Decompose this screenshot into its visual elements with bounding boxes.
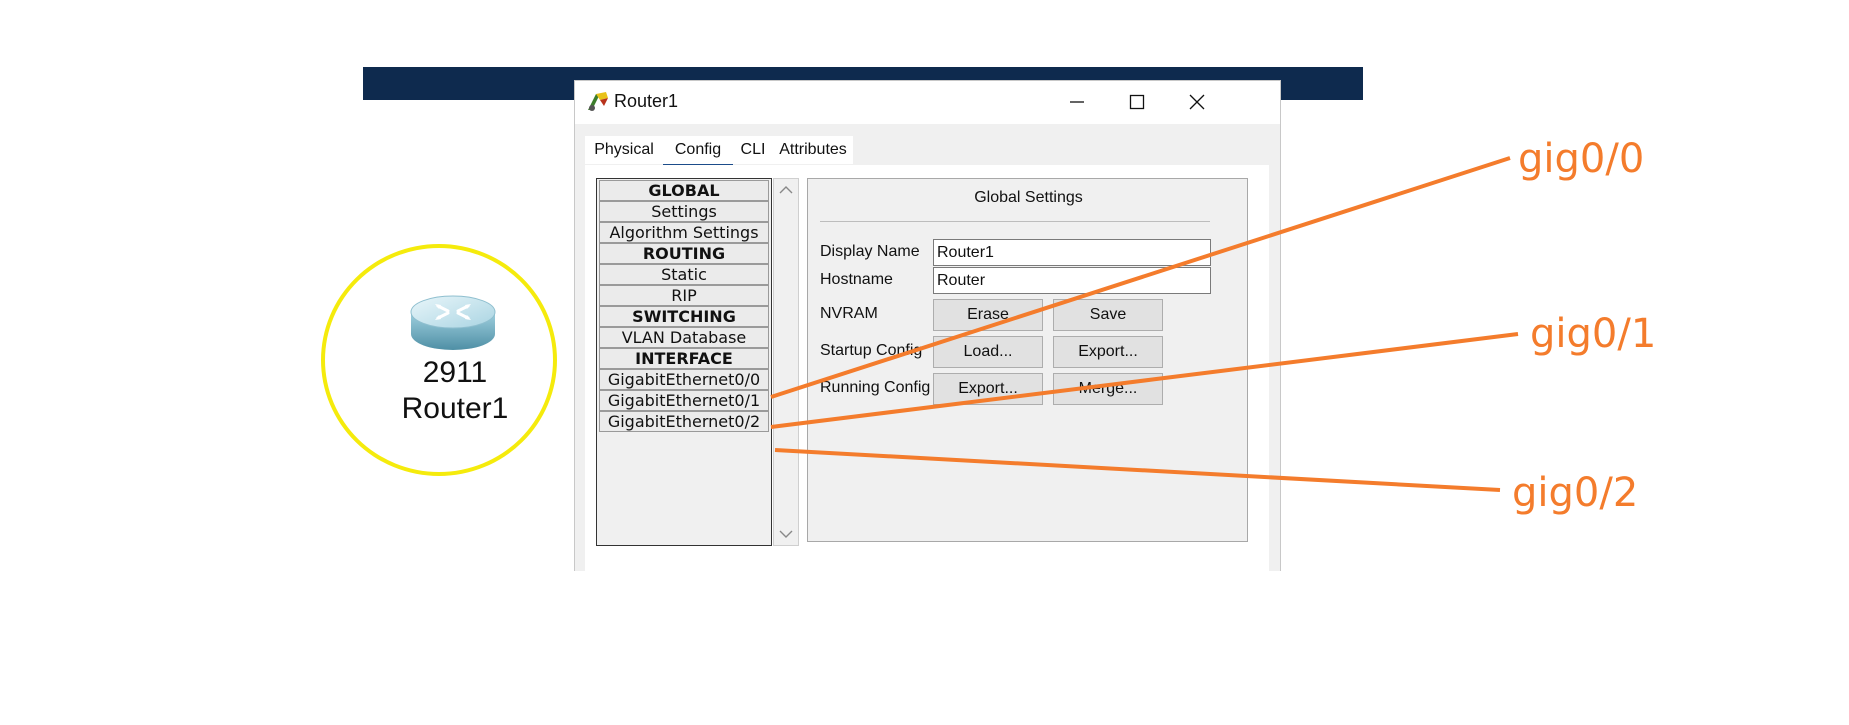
- annotation-label-gig0-2: gig0/2: [1512, 470, 1639, 516]
- device-name-label[interactable]: Router1: [380, 392, 530, 426]
- save-button[interactable]: Save: [1053, 299, 1163, 331]
- hostname-field[interactable]: [933, 267, 1211, 294]
- nav-item-gigabitethernet0-1[interactable]: GigabitEthernet0/1: [599, 390, 769, 411]
- tab-physical[interactable]: Physical: [585, 136, 663, 164]
- export-startup-button[interactable]: Export...: [1053, 336, 1163, 368]
- nav-header-interface: INTERFACE: [599, 348, 769, 369]
- config-content-area: GLOBAL Settings Algorithm Settings ROUTI…: [585, 165, 1269, 571]
- global-settings-panel: Global Settings Display Name Hostname NV…: [807, 178, 1248, 542]
- nav-header-routing: ROUTING: [599, 243, 769, 264]
- nav-item-settings[interactable]: Settings: [599, 201, 769, 222]
- maximize-icon: [1129, 94, 1145, 110]
- panel-divider: [820, 221, 1210, 222]
- close-button[interactable]: [1167, 83, 1227, 121]
- nav-item-gigabitethernet0-2[interactable]: GigabitEthernet0/2: [599, 411, 769, 432]
- nav-scrollbar[interactable]: [773, 178, 799, 546]
- nav-item-vlan-database[interactable]: VLAN Database: [599, 327, 769, 348]
- startup-config-label: Startup Config: [820, 342, 923, 359]
- scroll-down-icon[interactable]: [779, 529, 793, 539]
- display-name-field[interactable]: [933, 239, 1211, 266]
- nav-item-static[interactable]: Static: [599, 264, 769, 285]
- export-running-button[interactable]: Export...: [933, 373, 1043, 405]
- tab-config[interactable]: Config: [663, 136, 733, 167]
- tab-attributes[interactable]: Attributes: [773, 136, 853, 164]
- nav-header-global: GLOBAL: [599, 180, 769, 201]
- maximize-button[interactable]: [1107, 83, 1167, 121]
- annotation-label-gig0-0: gig0/0: [1518, 136, 1645, 182]
- running-config-label: Running Config: [820, 379, 931, 396]
- window-titlebar[interactable]: Router1: [575, 81, 1280, 124]
- erase-button[interactable]: Erase: [933, 299, 1043, 331]
- packet-tracer-icon: [588, 92, 608, 111]
- window-title: Router1: [614, 91, 679, 111]
- minimize-button[interactable]: [1047, 83, 1107, 121]
- nav-item-algorithm-settings[interactable]: Algorithm Settings: [599, 222, 769, 243]
- router-config-window: Router1 Physical Config CLI Attributes G…: [574, 80, 1281, 571]
- merge-running-button[interactable]: Merge...: [1053, 373, 1163, 405]
- close-icon: [1189, 94, 1205, 110]
- annotation-label-gig0-1: gig0/1: [1530, 311, 1657, 357]
- panel-title: Global Settings: [974, 189, 1083, 206]
- tab-cli[interactable]: CLI: [733, 136, 773, 164]
- config-nav-list: GLOBAL Settings Algorithm Settings ROUTI…: [596, 178, 772, 546]
- router-icon[interactable]: [408, 292, 498, 354]
- scroll-up-icon[interactable]: [779, 185, 793, 195]
- nvram-label: NVRAM: [820, 305, 878, 322]
- device-model-label: 2911: [422, 356, 488, 389]
- nav-item-rip[interactable]: RIP: [599, 285, 769, 306]
- hostname-label: Hostname: [820, 271, 893, 288]
- display-name-label: Display Name: [820, 243, 920, 260]
- nav-item-gigabitethernet0-0[interactable]: GigabitEthernet0/0: [599, 369, 769, 390]
- load-startup-button[interactable]: Load...: [933, 336, 1043, 368]
- nav-header-switching: SWITCHING: [599, 306, 769, 327]
- minimize-icon: [1070, 101, 1084, 103]
